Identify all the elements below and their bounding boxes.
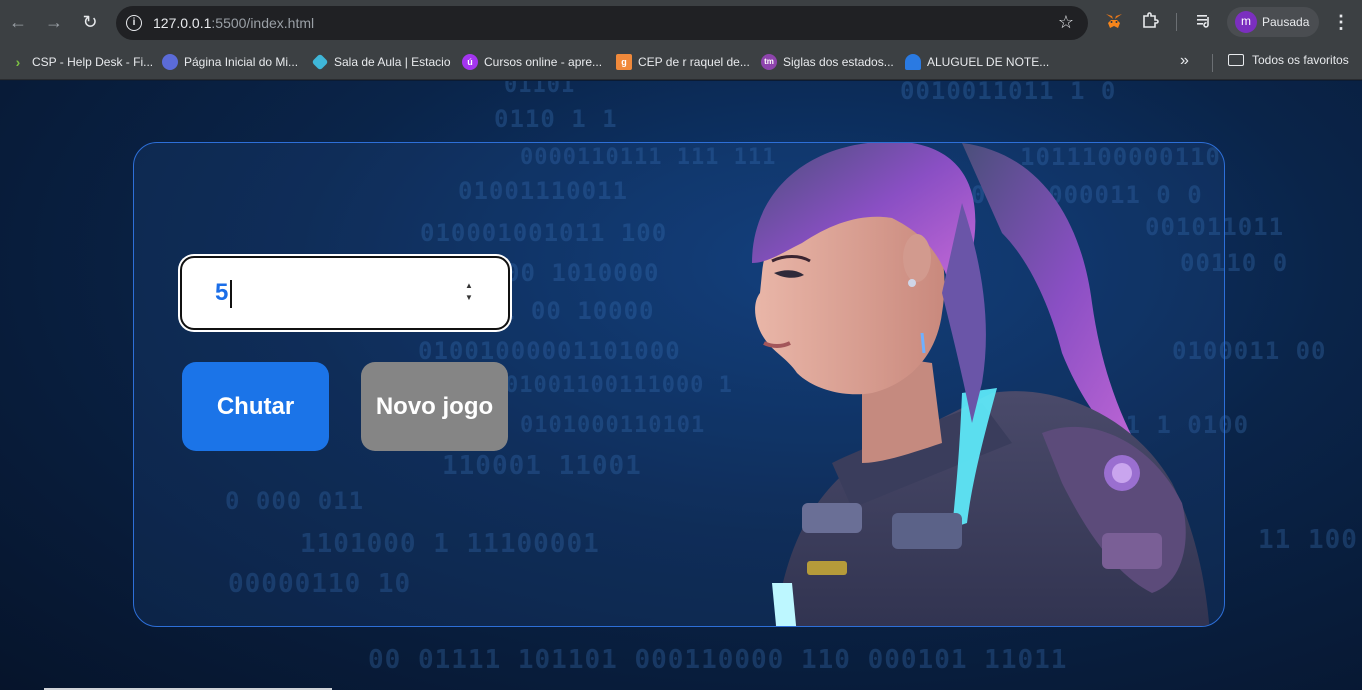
profile-chip[interactable]: m Pausada bbox=[1227, 7, 1319, 37]
bookmark-label: Cursos online - apre... bbox=[484, 55, 603, 69]
all-bookmarks-folder[interactable]: Todos os favoritos bbox=[1228, 53, 1349, 67]
diamond-icon bbox=[311, 53, 329, 71]
chutar-button[interactable]: Chutar bbox=[182, 362, 329, 451]
bookmark-item[interactable]: g CEP de r raquel de... bbox=[616, 53, 750, 71]
novo-jogo-button[interactable]: Novo jogo bbox=[361, 362, 508, 451]
folder-icon bbox=[1228, 54, 1244, 66]
browser-menu-icon[interactable]: ⋮ bbox=[1332, 11, 1350, 33]
bookmark-label: ALUGUEL DE NOTE... bbox=[927, 55, 1050, 69]
extensions-puzzle-icon[interactable] bbox=[1139, 11, 1161, 33]
bookmark-item[interactable]: Sala de Aula | Estacio bbox=[311, 53, 451, 71]
bookmark-item[interactable]: Página Inicial do Mi... bbox=[162, 53, 298, 71]
guess-value: 5 bbox=[215, 279, 229, 306]
bookmark-star-icon[interactable]: ☆ bbox=[1058, 12, 1074, 33]
binary-text: 0010011011 1 0 bbox=[900, 81, 1117, 105]
bookmark-item[interactable]: ALUGUEL DE NOTE... bbox=[905, 53, 1049, 71]
more-bookmarks-icon[interactable]: » bbox=[1180, 52, 1189, 70]
binary-text: 11 100 bbox=[1258, 525, 1358, 555]
bookmark-item[interactable]: › CSP - Help Desk - Fi... bbox=[10, 53, 153, 71]
tm-icon: tm bbox=[761, 54, 777, 70]
binary-text: 01101 bbox=[504, 81, 576, 98]
person-icon bbox=[905, 54, 921, 70]
media-control-icon[interactable] bbox=[1193, 11, 1215, 33]
binary-text: 0110 1 1 bbox=[494, 105, 618, 133]
decrement-arrow-icon[interactable]: ▼ bbox=[462, 292, 476, 304]
guess-number-input[interactable]: 5 ▲ ▼ bbox=[180, 256, 510, 330]
forward-arrow-icon[interactable]: → bbox=[42, 10, 66, 34]
increment-arrow-icon[interactable]: ▲ bbox=[462, 280, 476, 292]
hexagon-icon bbox=[162, 54, 178, 70]
bookmark-item[interactable]: ú Cursos online - apre... bbox=[462, 53, 602, 71]
url-text[interactable]: 127.0.0.1:5500/index.html bbox=[153, 15, 314, 31]
bookmark-item[interactable]: tm Siglas dos estados... bbox=[761, 53, 894, 71]
bookmark-label: Siglas dos estados... bbox=[783, 55, 894, 69]
bookmarks-divider bbox=[1212, 54, 1213, 72]
binary-text: 00 01111 101101 000110000 110 000101 110… bbox=[368, 645, 1068, 675]
bookmark-label: CEP de r raquel de... bbox=[638, 55, 750, 69]
reload-icon[interactable]: ↻ bbox=[78, 10, 102, 34]
bookmark-label: CSP - Help Desk - Fi... bbox=[32, 55, 154, 69]
back-arrow-icon[interactable]: ← bbox=[6, 10, 30, 34]
astronaut-girl-illustration bbox=[752, 143, 1210, 626]
chevron-icon: › bbox=[15, 54, 21, 70]
game-page: 01101 0110 1 1 0000110111 111 111 010011… bbox=[0, 81, 1362, 690]
bookmarks-bar: › CSP - Help Desk - Fi... Página Inicial… bbox=[0, 44, 1362, 80]
site-info-icon[interactable]: i bbox=[126, 15, 142, 31]
g-plus-icon: g bbox=[616, 54, 632, 70]
profile-status-label: Pausada bbox=[1262, 15, 1310, 29]
address-bar[interactable]: i 127.0.0.1:5500/index.html ☆ bbox=[116, 6, 1088, 40]
text-caret bbox=[230, 280, 232, 308]
all-bookmarks-label: Todos os favoritos bbox=[1252, 53, 1349, 67]
bookmark-label: Sala de Aula | Estacio bbox=[334, 55, 451, 69]
udemy-icon: ú bbox=[462, 54, 478, 70]
avatar: m bbox=[1235, 11, 1257, 33]
number-spinner[interactable]: ▲ ▼ bbox=[462, 280, 476, 308]
bookmark-label: Página Inicial do Mi... bbox=[184, 55, 299, 69]
browser-toolbar: ← → ↻ i 127.0.0.1:5500/index.html ☆ m Pa… bbox=[0, 0, 1362, 44]
url-path: :5500/index.html bbox=[211, 15, 315, 31]
toolbar-divider bbox=[1176, 13, 1177, 31]
metamask-extension-icon[interactable] bbox=[1103, 11, 1125, 33]
url-host: 127.0.0.1 bbox=[153, 15, 212, 31]
